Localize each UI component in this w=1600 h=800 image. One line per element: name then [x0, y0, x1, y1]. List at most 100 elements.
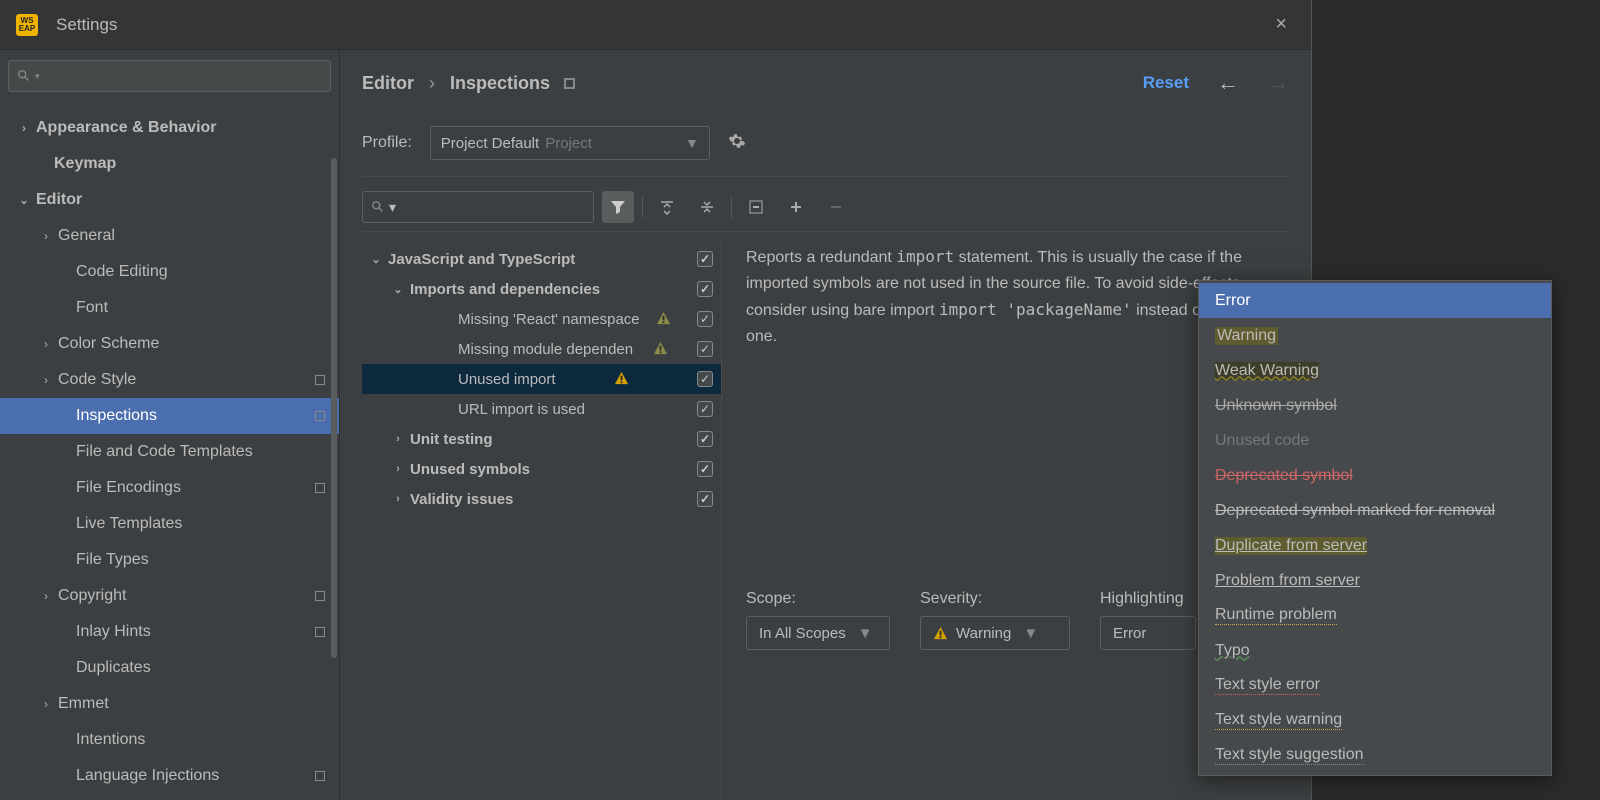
inspection-search-input[interactable]: ▾	[362, 191, 594, 223]
sidebar-item[interactable]: Live Templates	[0, 506, 339, 542]
popup-item[interactable]: Duplicate from server	[1199, 528, 1551, 563]
project-badge-icon	[315, 375, 325, 385]
collapse-all-button[interactable]	[691, 191, 723, 223]
sidebar-item[interactable]: Code Editing	[0, 254, 339, 290]
sidebar-item-label: Inlay Hints	[76, 623, 151, 641]
scope-field: Scope: In All Scopes ▼	[746, 590, 890, 650]
sidebar-item[interactable]: File Encodings	[0, 470, 339, 506]
inspection-toolbar: ▾	[362, 191, 1289, 232]
popup-item[interactable]: Unused code	[1199, 423, 1551, 458]
highlighting-combo[interactable]: Error	[1100, 616, 1196, 650]
sidebar-item[interactable]: ›Appearance & Behavior	[0, 110, 339, 146]
search-history-dropdown[interactable]: ▾	[35, 71, 40, 82]
inspection-checkbox[interactable]	[697, 491, 713, 507]
sidebar-item[interactable]: ›Code Style	[0, 362, 339, 398]
inspection-checkbox[interactable]	[697, 431, 713, 447]
sidebar-item[interactable]: ⌄Editor	[0, 182, 339, 218]
nav-back-button[interactable]: ←	[1217, 70, 1239, 96]
expand-all-button[interactable]	[651, 191, 683, 223]
close-button[interactable]: ×	[1267, 9, 1295, 40]
warning-icon	[653, 341, 669, 357]
breadcrumb-inspections: Inspections	[450, 73, 550, 93]
inspection-row[interactable]: ›Unused symbols	[362, 454, 721, 484]
chevron-icon: ⌄	[370, 253, 382, 266]
sidebar-item[interactable]: Inlay Hints	[0, 614, 339, 650]
inspection-row[interactable]: ›Unit testing	[362, 424, 721, 454]
divider	[362, 176, 1289, 177]
popup-item[interactable]: Deprecated symbol	[1199, 458, 1551, 493]
popup-item[interactable]: Text style warning	[1199, 703, 1551, 738]
inspection-row[interactable]: Unused import	[362, 364, 721, 394]
sidebar-item-label: File Types	[76, 551, 149, 569]
sidebar-item-label: Live Templates	[76, 515, 182, 533]
sidebar-item[interactable]: Intentions	[0, 722, 339, 758]
sidebar-item[interactable]: Font	[0, 290, 339, 326]
inspection-checkbox[interactable]	[697, 461, 713, 477]
sidebar-item[interactable]: ›Emmet	[0, 686, 339, 722]
inspection-row[interactable]: URL import is used	[362, 394, 721, 424]
sidebar-item[interactable]: ›General	[0, 218, 339, 254]
remove-inspection-button[interactable]	[820, 191, 852, 223]
sidebar-item-label: Emmet	[58, 695, 109, 713]
profile-combo[interactable]: Project Default Project ▼	[430, 126, 710, 160]
breadcrumb-editor[interactable]: Editor	[362, 73, 414, 93]
popup-item[interactable]: Problem from server	[1199, 563, 1551, 598]
scope-combo[interactable]: In All Scopes ▼	[746, 616, 890, 650]
inspection-checkbox[interactable]	[697, 401, 713, 417]
sidebar-item[interactable]: Duplicates	[0, 650, 339, 686]
popup-item[interactable]: Weak Warning	[1199, 353, 1551, 388]
sidebar-item[interactable]: ›Copyright	[0, 578, 339, 614]
inspection-row[interactable]: Missing 'React' namespace	[362, 304, 721, 334]
inspection-row[interactable]: Missing module dependen	[362, 334, 721, 364]
highlighting-field: Highlighting Error	[1100, 590, 1196, 650]
plus-icon	[789, 200, 803, 214]
popup-item-label: Text style error	[1215, 676, 1320, 695]
inspection-tree[interactable]: ⌄ JavaScript and TypeScript ⌄ Imports and d…	[362, 238, 722, 800]
popup-item[interactable]: Runtime problem	[1199, 598, 1551, 633]
popup-item[interactable]: Text style error	[1199, 668, 1551, 703]
inspection-label: JavaScript and TypeScript	[388, 251, 575, 268]
popup-item[interactable]: Text style suggestion	[1199, 738, 1551, 773]
inspection-checkbox[interactable]	[697, 251, 713, 267]
popup-item[interactable]: Warning	[1199, 318, 1551, 353]
popup-item[interactable]: Error	[1199, 283, 1551, 318]
sidebar-item[interactable]: File Types	[0, 542, 339, 578]
sidebar-item-label: General	[58, 227, 115, 245]
inspection-row[interactable]: ›Validity issues	[362, 484, 721, 514]
sidebar-item-label: File and Code Templates	[76, 443, 253, 461]
severity-combo[interactable]: Warning ▼	[920, 616, 1070, 650]
reset-button[interactable]: Reset	[1143, 73, 1189, 93]
sidebar-item[interactable]: Inspections	[0, 398, 339, 434]
popup-item[interactable]: Unknown symbol	[1199, 388, 1551, 423]
inspection-checkbox[interactable]	[697, 371, 713, 387]
popup-item[interactable]: Deprecated symbol marked for removal	[1199, 493, 1551, 528]
profile-gear-button[interactable]	[728, 132, 746, 155]
scrollbar-thumb[interactable]	[331, 158, 337, 658]
sidebar-item-label: Copyright	[58, 587, 126, 605]
popup-item[interactable]: Typo	[1199, 633, 1551, 668]
sidebar-search-input[interactable]: ▾	[8, 60, 331, 92]
chevron-icon: ⌄	[392, 283, 404, 296]
filter-button[interactable]	[602, 191, 634, 223]
inspection-checkbox[interactable]	[697, 311, 713, 327]
sidebar-item[interactable]: Keymap	[0, 146, 339, 182]
inspection-row[interactable]: ⌄ Imports and dependencies	[362, 274, 721, 304]
sidebar-item[interactable]: File and Code Templates	[0, 434, 339, 470]
sidebar-item[interactable]: Language Injections	[0, 758, 339, 794]
inspection-row[interactable]: ⌄ JavaScript and TypeScript	[362, 244, 721, 274]
highlighting-label: Highlighting	[1100, 590, 1196, 608]
sidebar-item-label: Color Scheme	[58, 335, 159, 353]
inspection-checkbox[interactable]	[697, 281, 713, 297]
inspection-label: Imports and dependencies	[410, 281, 600, 298]
sidebar-item[interactable]: ›Color Scheme	[0, 326, 339, 362]
popup-item-label: Deprecated symbol	[1215, 467, 1353, 485]
sidebar-item-label: File Encodings	[76, 479, 181, 497]
inspection-checkbox[interactable]	[697, 341, 713, 357]
settings-tree[interactable]: ›Appearance & Behavior Keymap ⌄Editor›Gene…	[0, 98, 339, 800]
search-history-dropdown[interactable]: ▾	[389, 199, 396, 216]
reset-defaults-button[interactable]	[740, 191, 772, 223]
highlighting-popup[interactable]: ErrorWarningWeak WarningUnknown symbolUn…	[1198, 280, 1552, 776]
sidebar-item-label: Font	[76, 299, 108, 317]
add-inspection-button[interactable]	[780, 191, 812, 223]
sidebar-item-label: Keymap	[54, 155, 116, 173]
